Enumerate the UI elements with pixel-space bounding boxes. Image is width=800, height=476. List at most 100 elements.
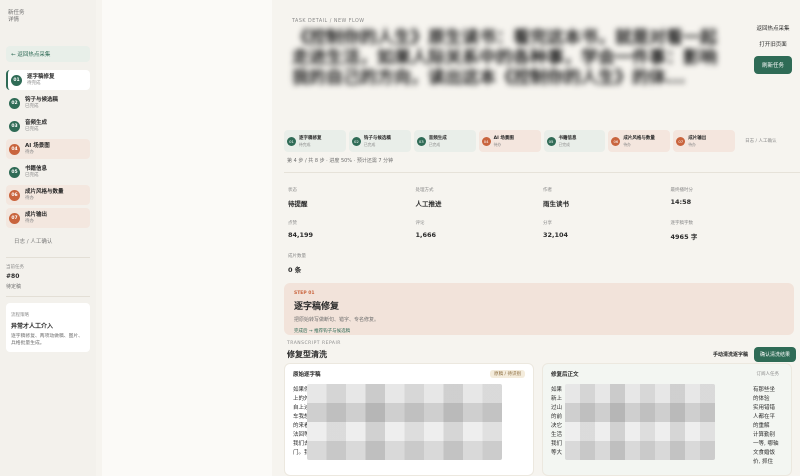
stat-item: 最终播时分 14:58 <box>671 187 799 208</box>
current-step-card: STEP 01 逐字稿修复 把原始转写做断句、错字、专名修复。 完成后 → 推荐… <box>284 283 794 335</box>
step-title: 音频生成 <box>25 119 48 126</box>
stat-label: 点赞 <box>288 221 297 226</box>
step-status: 已完成 <box>428 141 441 147</box>
step-text: 音频生成 已完成 <box>25 120 47 133</box>
step-status: 已完成 <box>25 126 39 132</box>
back-to-hot-link[interactable]: ← 返回热点采集 <box>6 46 90 62</box>
step-chip[interactable]: 06 成片风格与数量 待办 <box>608 130 671 152</box>
redacted-text-block <box>307 384 502 460</box>
step-title: 成片输出 <box>25 211 48 218</box>
original-transcript-text[interactable]: 如果你 上的外 自上述 车我想 的来看 法回等 我们去 门。我 <box>285 382 533 462</box>
step-title: 逐字稿修复 <box>294 302 340 312</box>
step-chip[interactable]: 03 音频生成 已完成 <box>413 130 476 152</box>
stat-item: 评论 1,666 <box>416 220 544 241</box>
step-status: 待办 <box>25 218 34 224</box>
stat-label: 分享 <box>543 221 552 226</box>
sidebar-step-item[interactable]: 07 成片输出 待办 <box>6 208 90 228</box>
sidebar-step-item[interactable]: 04 AI 场景图 待办 <box>6 139 90 159</box>
sidebar-divider <box>6 257 90 258</box>
step-text: 成片输出 待办 <box>688 136 706 147</box>
step-status: 待办 <box>25 195 34 201</box>
current-task-label: 当前任务 <box>6 265 24 270</box>
stat-item: 状态 待提醒 <box>288 187 416 208</box>
stat-label: 最终播时分 <box>670 188 694 193</box>
stat-label: 评论 <box>415 221 425 226</box>
step-kicker: STEP 01 <box>294 291 315 296</box>
step-number-badge: 04 <box>9 143 20 155</box>
step-title: 音频生成 <box>428 135 447 141</box>
step-chips: 01 逐字稿修复 待完成 02 钩子与候选稿 已完成 03 音频生成 已完成 04 AI 场景图 待办… <box>284 130 800 152</box>
step-chip[interactable]: 05 书籍信息 已完成 <box>543 130 606 152</box>
task-detail-content: TASK DETAIL / NEW FLOW 《控制你的人生》原生读书：看完这本… <box>284 0 800 476</box>
stat-value: 0 条 <box>288 266 302 274</box>
step-number-badge: 07 <box>9 212 20 224</box>
panel-title: 修复后正文 <box>551 372 579 378</box>
step-status: 已完成 <box>363 141 376 147</box>
repaired-text-panel: 修复后正文 订阅人任务 如果 新上 过山 的前 决它 生活 我们 等大 有那些坐 的体验 实用错错人… <box>542 363 792 476</box>
step-number-badge: 02 <box>9 97 20 109</box>
step-number-badge: 05 <box>546 136 556 146</box>
panel-tag: 原稿 / 待识别 <box>490 370 525 378</box>
step-status: 待办 <box>688 141 696 147</box>
step-chip-log[interactable]: 日志 / 人工确认 <box>738 130 800 152</box>
repaired-text[interactable]: 如果 新上 过山 的前 决它 生活 我们 等大 有那些坐 的体验 实用错错 人都在平 的重解 计算勤别 一等… <box>543 382 791 465</box>
stat-value: 84,199 <box>288 231 314 239</box>
step-text: 钩子与候选稿 已完成 <box>25 97 58 110</box>
step-status: 已完成 <box>25 172 39 178</box>
step-text: 逐字稿修复 待完成 <box>299 136 322 147</box>
section-title: 修复型清洗 <box>287 350 327 359</box>
step-number-badge: 04 <box>481 136 491 146</box>
step-text: 成片输出 待办 <box>25 212 47 225</box>
sidebar: 新任务 详情 ← 返回热点采集 01 逐字稿修复 待完成 02 钩子与候选稿 已完成 03 音… <box>0 0 96 476</box>
step-title: 逐字稿修复 <box>27 73 55 80</box>
page-eyebrow: TASK DETAIL / NEW FLOW <box>292 19 365 24</box>
confirm-clean-button[interactable]: 确认清洗结果 <box>753 347 796 362</box>
stat-value: 14:58 <box>670 198 692 206</box>
sidebar-step-item[interactable]: 05 书籍信息 已完成 <box>6 162 90 182</box>
blank-pane <box>102 0 272 476</box>
open-old-page-button[interactable]: 打开旧页面 <box>759 40 787 48</box>
stat-value: 32,104 <box>543 231 569 239</box>
step-chip[interactable]: 02 钩子与候选稿 已完成 <box>348 130 411 152</box>
step-number-badge: 05 <box>9 166 20 178</box>
step-text: 逐字稿修复 待完成 <box>27 74 55 87</box>
step-text: AI 场景图 待办 <box>494 136 514 147</box>
current-task-status: 待定稿 <box>6 284 22 290</box>
sidebar-item-log[interactable]: 日志 / 人工确认 <box>6 231 90 251</box>
sidebar-step-item[interactable]: 02 钩子与候选稿 已完成 <box>6 93 90 113</box>
brand: 新任务 详情 <box>6 10 90 24</box>
step-text: 钩子与候选稿 已完成 <box>364 136 391 147</box>
step-number-badge: 06 <box>9 189 20 201</box>
step-next-link[interactable]: 完成后 → 推荐钩子与候选稿 <box>294 328 784 334</box>
text-line-end: 有那些坐 <box>753 387 776 393</box>
step-desc: 把原始转写做断句、错字、专名修复。 <box>294 317 380 323</box>
refresh-task-button[interactable]: 刷新任务 <box>753 56 792 74</box>
step-number-badge: 01 <box>287 136 296 146</box>
step-chip[interactable]: 04 AI 场景图 待办 <box>478 130 541 152</box>
step-chip[interactable]: 07 成片输出 待办 <box>673 130 736 152</box>
sidebar-divider <box>6 296 90 297</box>
step-text: 成片风格与数量 待办 <box>623 136 655 147</box>
stat-label: 状态 <box>288 188 297 193</box>
step-title: 钩子与候选稿 <box>363 135 391 141</box>
step-status: 已完成 <box>558 141 570 147</box>
header-actions: 返回热点采集 打开旧页面 刷新任务 <box>753 24 792 74</box>
sidebar-step-item[interactable]: 06 成片风格与数量 待办 <box>6 185 90 205</box>
main: TASK DETAIL / NEW FLOW 《控制你的人生》原生读书：看完这本… <box>102 0 800 476</box>
text-line-end: 实用错错 <box>753 405 776 411</box>
panel-tag: 订阅人任务 <box>756 372 780 377</box>
sidebar-step-item[interactable]: 03 音频生成 已完成 <box>6 116 90 136</box>
step-number-badge: 03 <box>416 136 426 146</box>
step-number-badge: 03 <box>9 120 20 132</box>
panel-header: 原始逐字稿 原稿 / 待识别 <box>285 364 533 382</box>
manual-clean-button[interactable]: 手动清洗逐字稿 <box>713 351 748 358</box>
stat-item: 点赞 84,199 <box>288 220 416 241</box>
step-status: 待办 <box>623 141 631 147</box>
step-text: 成片风格与数量 待办 <box>25 189 64 202</box>
step-chip[interactable]: 01 逐字稿修复 待完成 <box>284 130 346 152</box>
page-title: 《控制你的人生》原生读书：看完这本书，就是对看一起走进生活，如果人际关系中的各种… <box>292 28 717 88</box>
brand-line-1: 新任务 <box>8 10 25 16</box>
stat-item: 成片数量 0 条 <box>288 253 416 274</box>
sidebar-step-item[interactable]: 01 逐字稿修复 待完成 <box>6 70 90 90</box>
back-hot-button[interactable]: 返回热点采集 <box>756 24 789 32</box>
